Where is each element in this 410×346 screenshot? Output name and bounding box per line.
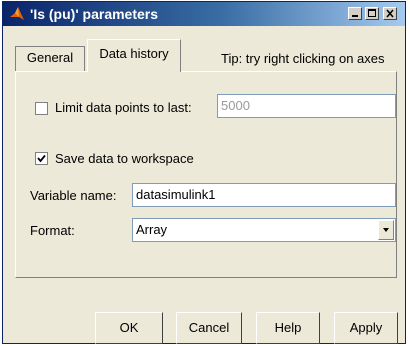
save-workspace-checkbox[interactable]	[35, 152, 48, 165]
tip-text: Tip: try right clicking on axes	[221, 51, 385, 66]
cancel-button[interactable]: Cancel	[176, 312, 242, 344]
apply-button[interactable]: Apply	[334, 312, 398, 344]
close-icon[interactable]	[383, 7, 397, 20]
checkmark-icon	[37, 154, 46, 163]
maximize-icon[interactable]	[365, 7, 379, 20]
window-title: 'Is (pu)' parameters	[30, 6, 159, 22]
dialog-window: 'Is (pu)' parameters General Data histor…	[2, 1, 406, 344]
tab-general-label: General	[26, 50, 74, 65]
ok-button[interactable]: OK	[95, 312, 163, 344]
tab-data-history-label: Data history	[99, 46, 169, 61]
matlab-icon	[9, 6, 25, 22]
data-history-panel: Limit data points to last: 5000 Save dat…	[15, 71, 397, 278]
save-workspace-label: Save data to workspace	[55, 151, 194, 166]
help-button[interactable]: Help	[256, 312, 320, 344]
limit-data-label: Limit data points to last:	[55, 100, 192, 115]
format-value: Array	[136, 222, 168, 237]
limit-data-checkbox[interactable]	[35, 102, 48, 115]
chevron-down-icon[interactable]	[378, 220, 394, 240]
variable-name-field[interactable]: datasimulink1	[132, 183, 396, 207]
apply-button-label: Apply	[349, 320, 383, 335]
help-button-label: Help	[274, 320, 302, 335]
variable-name-label: Variable name:	[30, 188, 117, 203]
tab-general[interactable]: General	[15, 46, 85, 72]
ok-button-label: OK	[119, 320, 139, 335]
cancel-button-label: Cancel	[188, 320, 230, 335]
title-bar[interactable]: 'Is (pu)' parameters	[3, 2, 405, 26]
format-select[interactable]: Array	[132, 218, 396, 242]
tab-data-history[interactable]: Data history	[87, 39, 181, 72]
limit-data-field[interactable]: 5000	[217, 94, 396, 118]
format-label: Format:	[30, 223, 75, 238]
minimize-icon[interactable]	[348, 7, 362, 20]
